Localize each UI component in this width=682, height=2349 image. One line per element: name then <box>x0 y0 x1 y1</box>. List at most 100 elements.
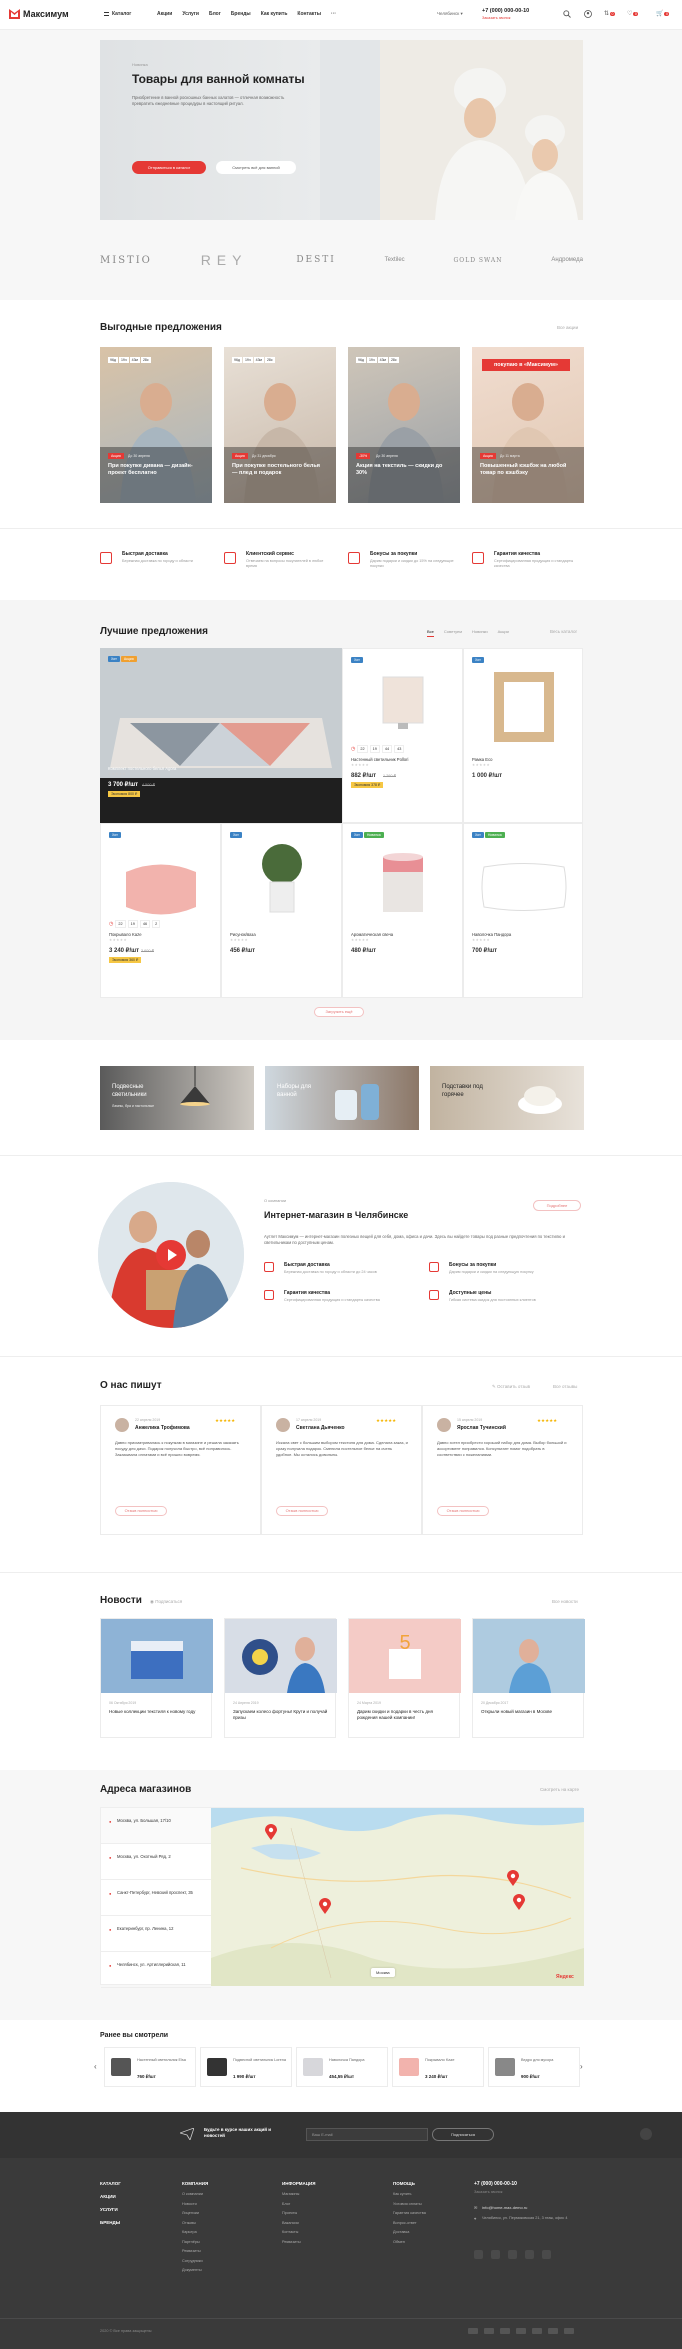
footer-phone[interactable]: +7 (000) 000-00-10 <box>474 2181 517 2187</box>
best-tab[interactable]: Все <box>427 629 434 637</box>
footer-main-link[interactable]: БРЕНДЫ <box>100 2220 120 2225</box>
footer-main-link[interactable]: УСЛУГИ <box>100 2207 118 2212</box>
news-card[interactable]: 24 Апреля 2019 Запускаем колесо фортуны! … <box>224 1618 337 1738</box>
best-tab[interactable]: Советуем <box>444 629 462 634</box>
product-name[interactable]: Покрывало Kaze <box>109 932 142 937</box>
best-tab[interactable]: Акции <box>498 629 509 634</box>
news-title[interactable]: Запускаем колесо фортуны! Крути и получа… <box>233 1709 329 1721</box>
viewed-item[interactable]: Ведро для мусора 900 ₽/шт <box>488 2047 580 2087</box>
brand-logo[interactable]: Textilec <box>385 257 405 263</box>
product-name[interactable]: Ароматическая свеча <box>351 932 393 937</box>
facebook-icon[interactable] <box>491 2250 500 2259</box>
review-more-button[interactable]: Отзыв полностью <box>437 1506 489 1516</box>
brand-logo[interactable]: MISTIO <box>100 255 152 266</box>
map-marker-spb[interactable] <box>265 1824 277 1840</box>
logo[interactable]: Максимум <box>9 9 69 19</box>
footer-link[interactable]: Вопрос-ответ <box>393 2221 417 2225</box>
product-name[interactable]: Комплект постельного белья Agora <box>108 766 176 771</box>
twitter-icon[interactable] <box>508 2250 517 2259</box>
footer-link[interactable]: Доставка <box>393 2230 409 2234</box>
footer-link[interactable]: Магазины <box>282 2192 299 2196</box>
footer-link[interactable]: Новости <box>182 2202 197 2206</box>
about-video[interactable] <box>98 1182 244 1328</box>
nav-item[interactable]: Услуги <box>182 11 199 17</box>
news-card[interactable]: 06 Октября 2019 Новые коллекции текстиля … <box>100 1618 213 1738</box>
category-banner[interactable]: Наборы для ванной <box>265 1066 419 1130</box>
map-marker-ekb[interactable] <box>507 1870 519 1886</box>
footer-link[interactable]: Реквизиты <box>182 2249 201 2253</box>
write-review-link[interactable]: ✎ Оставить отзыв <box>492 1384 530 1390</box>
reviews-all-link[interactable]: Все отзывы <box>553 1384 577 1389</box>
product-name[interactable]: Наволочка Пандора <box>472 932 511 937</box>
viewed-item[interactable]: Настенный светильник Elsa 760 ₽/шт <box>104 2047 196 2087</box>
footer-link[interactable]: Гарантия качества <box>393 2211 426 2215</box>
viewed-item[interactable]: Подвесной светильник Lorena 1 990 ₽/шт <box>200 2047 292 2087</box>
vk-icon[interactable] <box>474 2250 483 2259</box>
viewed-item[interactable]: Покрывало Kaze 3 240 ₽/шт <box>392 2047 484 2087</box>
nav-item[interactable]: Блог <box>209 11 221 17</box>
product-card[interactable]: Хит ◷ 22 19 46 2 ★★★★★ Покрывало Kaze 3 240 ₽/шт… <box>100 823 221 998</box>
category-banner[interactable]: Подвесные светильники Лампы, бра и настол… <box>100 1066 254 1130</box>
offers-all-link[interactable]: Все акции <box>557 325 578 330</box>
footer-link[interactable]: Контакты <box>282 2230 298 2234</box>
offer-card[interactable]: 96д 19ч 43м 28с -30% До 30 апреля Акция на тек… <box>348 347 460 503</box>
footer-link[interactable]: Обмен <box>393 2240 405 2244</box>
offer-card[interactable]: 96д 19ч 43м 28с Акция До 30 апреля При покупке… <box>100 347 212 503</box>
nav-item[interactable]: Бренды <box>231 11 251 17</box>
user-icon[interactable] <box>584 10 592 18</box>
news-title[interactable]: Новые коллекции текстиля к новому году <box>109 1709 205 1715</box>
footer-link[interactable]: Блог <box>282 2202 290 2206</box>
footer-main-link[interactable]: АКЦИИ <box>100 2194 116 2199</box>
brand-logo[interactable]: GOLD SWAN <box>454 257 503 264</box>
instagram-icon[interactable] <box>525 2250 534 2259</box>
load-more-button[interactable]: Загрузить ещё <box>314 1007 364 1017</box>
product-card[interactable]: Хит ◷ 22 19 44 43 ★★★★★ Настенный светильник Po… <box>342 648 463 823</box>
best-tab[interactable]: Новинки <box>472 629 488 634</box>
viewed-item[interactable]: Наволочка Пандора 454,55 ₽/шт <box>296 2047 388 2087</box>
map-marker-moscow[interactable] <box>319 1898 331 1914</box>
nav-item[interactable]: Контакты <box>297 11 321 17</box>
product-card[interactable]: Хит Новинка ★★★★★ Наволочка Пандора 700 ₽/шт <box>463 823 583 998</box>
footer-link[interactable]: Реквизиты <box>282 2240 301 2244</box>
footer-link[interactable]: Партнёры <box>182 2240 200 2244</box>
telegram-icon[interactable] <box>542 2250 551 2259</box>
offer-card[interactable]: покупаю в «Максимум» Акция До 11 марта Повы… <box>472 347 584 503</box>
brand-logo[interactable]: REY <box>201 252 248 268</box>
news-title[interactable]: Дарим скидки и подарки в честь дня рожде… <box>357 1709 453 1721</box>
footer-callback[interactable]: Заказать звонок <box>474 2190 502 2194</box>
map[interactable]: Москва Яндекс <box>211 1808 584 1986</box>
map-city-search[interactable]: Москва <box>371 1968 395 1977</box>
news-title[interactable]: Открыли новый магазин в Москве <box>481 1709 577 1715</box>
catalog-button[interactable]: Каталог <box>104 11 131 17</box>
news-card[interactable]: 20 Декабря 2017 Открыли новый магазин в М… <box>472 1618 585 1738</box>
brand-logo[interactable]: Андромеда <box>551 257 583 263</box>
best-all-link[interactable]: Весь каталог <box>550 629 577 634</box>
footer-link[interactable]: Условия оплаты <box>393 2202 422 2206</box>
subscribe-email-input[interactable]: Ваш E-mail <box>306 2128 428 2141</box>
callback-link[interactable]: Заказать звонок <box>482 16 510 20</box>
store-item[interactable]: ● Санкт-Петербург, Невский проспект, 35 <box>101 1880 211 1916</box>
footer-link[interactable]: Вакансии <box>282 2221 299 2225</box>
footer-main-link[interactable]: КАТАЛОГ <box>100 2181 121 2186</box>
hero-primary-button[interactable]: Отправиться в каталог <box>132 161 206 174</box>
subscribe-button[interactable]: Подписаться <box>432 2128 494 2141</box>
viewed-prev-button[interactable]: ‹ <box>94 2062 97 2071</box>
stores-all-link[interactable]: Смотреть на карте <box>540 1787 579 1792</box>
footer-link[interactable]: Отзывы <box>182 2221 196 2225</box>
compare-icon[interactable]: ⇅ 0 <box>604 10 615 17</box>
product-card[interactable]: Хит Акция ★★★★★ Комплект постельного белья … <box>100 648 342 823</box>
store-item[interactable]: ● Челябинск, ул. Артиллерийская, 11 <box>101 1952 211 1988</box>
footer-link[interactable]: Как купить <box>393 2192 412 2196</box>
product-name[interactable]: Рисунок/ваза <box>230 932 256 937</box>
store-item[interactable]: ● Екатеринбург, пр. Ленина, 12 <box>101 1916 211 1952</box>
news-card[interactable]: 5 24 Марта 2019 Дарим скидки и подарки в ч… <box>348 1618 461 1738</box>
product-card[interactable]: Хит Новинка ★★★★★ Ароматическая свеча 480 ₽/… <box>342 823 463 998</box>
city-select[interactable]: Челябинск ▾ <box>437 11 463 17</box>
viewed-next-button[interactable]: › <box>580 2062 583 2071</box>
search-icon[interactable] <box>563 10 571 18</box>
footer-link[interactable]: Лицензии <box>182 2211 199 2215</box>
footer-email[interactable]: info@home-max-demo.ru <box>482 2205 527 2210</box>
news-all-link[interactable]: Все новости <box>552 1599 578 1604</box>
category-banner[interactable]: Подставки под горячее <box>430 1066 584 1130</box>
phone[interactable]: +7 (000) 000-00-10 <box>482 8 529 14</box>
